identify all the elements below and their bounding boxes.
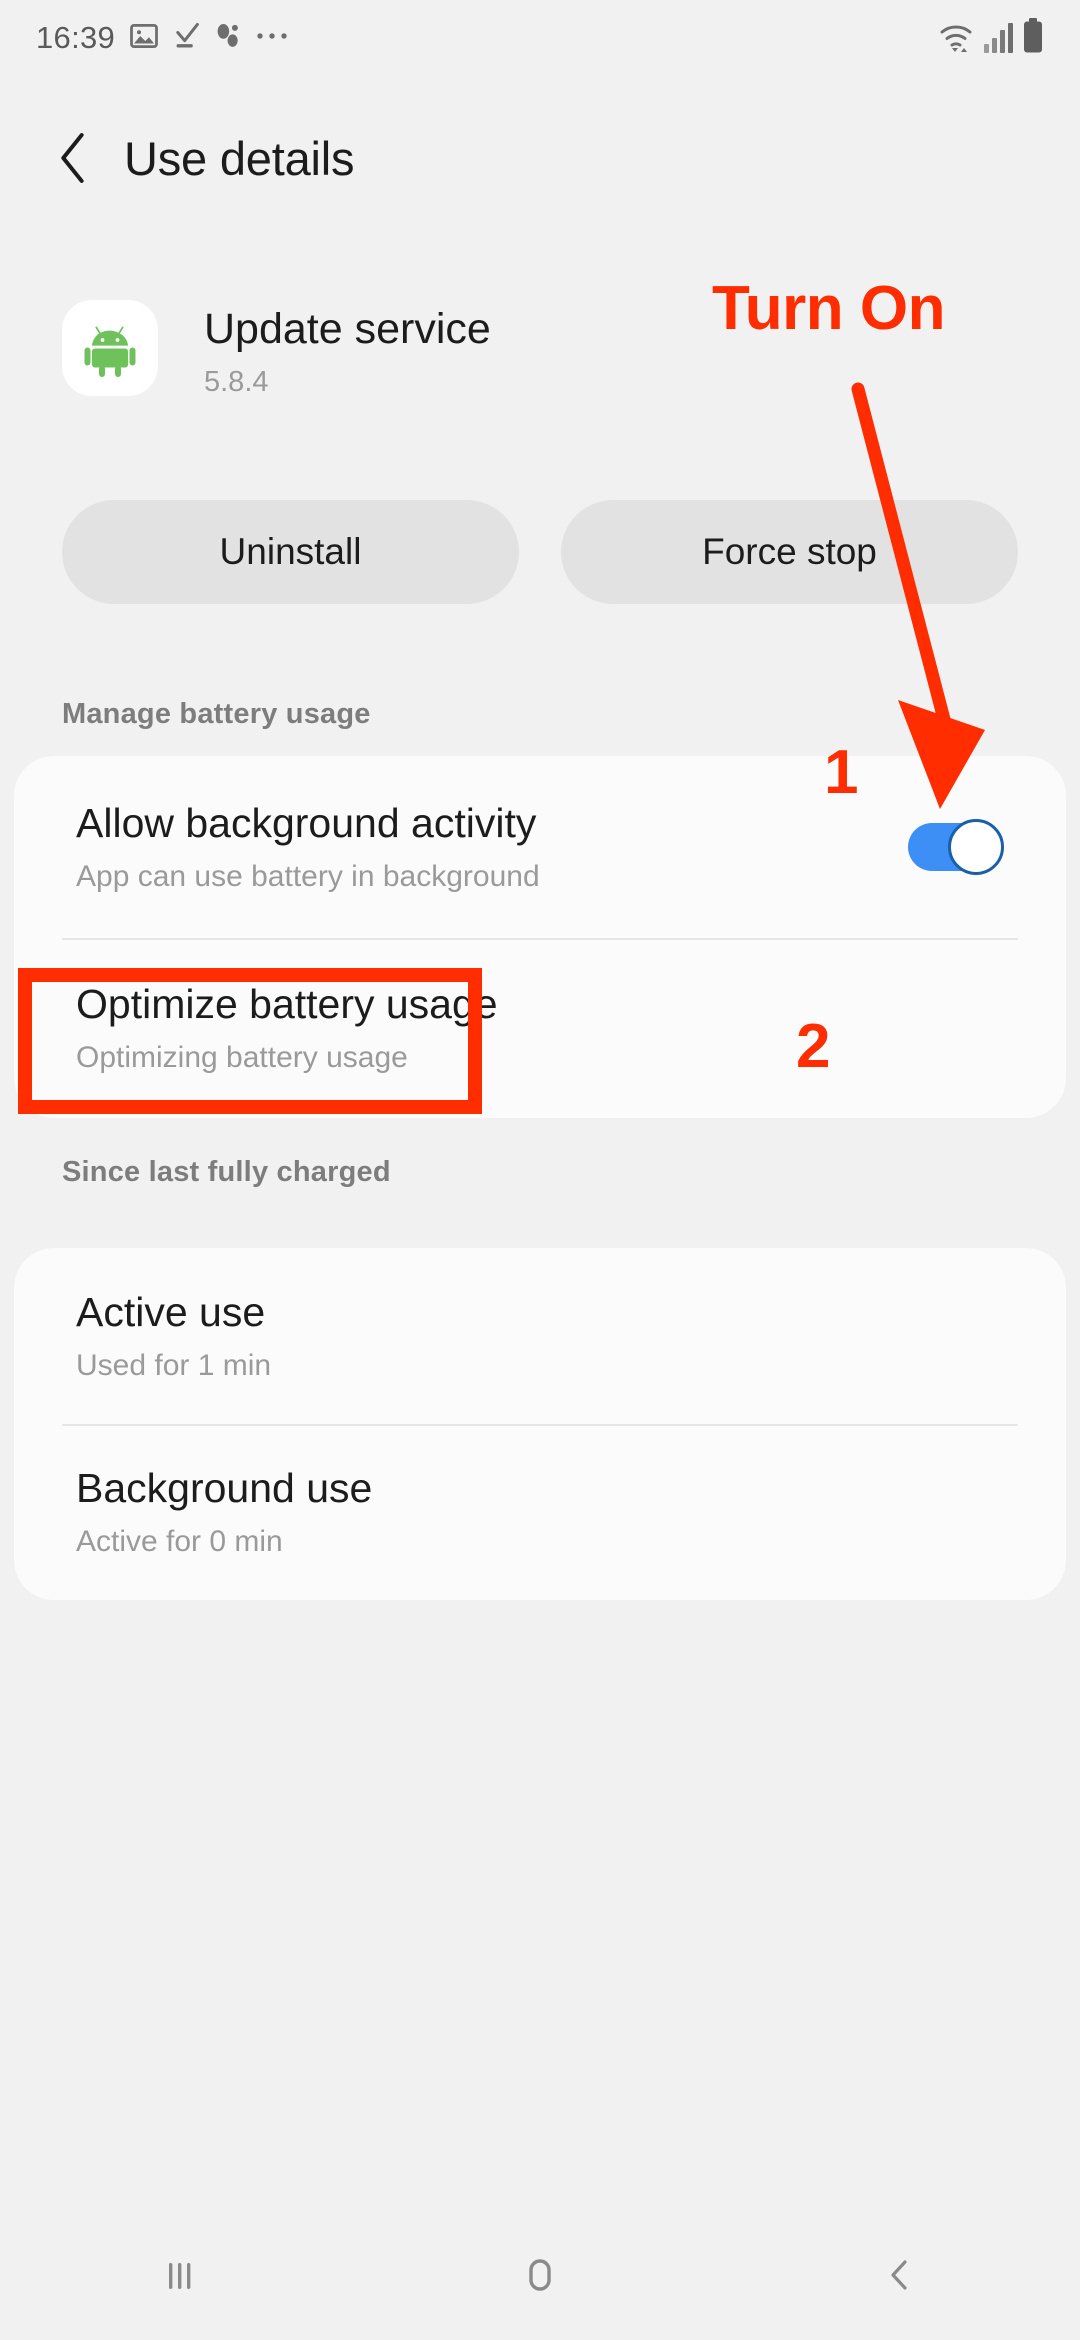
image-icon [129,21,159,56]
nav-home-button[interactable] [470,2210,610,2340]
row-title: Allow background activity [76,800,537,847]
app-meta: Update service 5.8.4 [204,300,491,399]
row-texts: Allow background activity App can use ba… [76,800,908,893]
row-active-use[interactable]: Active use Used for 1 min [14,1248,1066,1424]
section-header-manage-battery: Manage battery usage [62,698,371,730]
back-arrow-icon[interactable] [54,132,94,184]
row-title: Background use [76,1465,373,1512]
row-subtitle: Optimizing battery usage [76,1040,408,1074]
wifi-icon [938,20,976,59]
annotation-turn-on-label: Turn On [712,274,945,343]
app-version: 5.8.4 [204,365,269,398]
status-bar-right [938,17,1044,59]
annotation-step-2: 2 [796,1012,831,1081]
phone-screen: 16:39 Use details Update service 5.8.4 U… [0,0,1080,2340]
row-subtitle: Used for 1 min [76,1348,272,1382]
nav-back-button[interactable] [830,2210,970,2340]
force-stop-button[interactable]: Force stop [561,500,1018,604]
dual-dots-icon [215,21,241,56]
row-optimize-battery-usage[interactable]: Optimize battery usage Optimizing batter… [14,938,1066,1118]
nav-recents-button[interactable] [110,2210,250,2340]
download-complete-icon [173,21,201,56]
android-robot-icon [62,300,158,396]
row-texts: Active use Used for 1 min [76,1289,1004,1382]
more-icons-ellipsis [255,29,289,47]
row-subtitle: App can use battery in background [76,859,540,893]
toggle-knob [948,819,1004,875]
row-title: Active use [76,1289,266,1336]
row-allow-background-activity[interactable]: Allow background activity App can use ba… [14,756,1066,938]
battery-icon [1022,17,1044,59]
page-title: Use details [124,131,355,185]
row-subtitle: Active for 0 min [76,1524,283,1558]
status-bar: 16:39 [0,0,1080,76]
row-title: Optimize battery usage [76,981,498,1028]
section-header-since-last-charged: Since last fully charged [62,1156,391,1188]
app-name: Update service [204,305,491,353]
allow-background-activity-toggle[interactable] [908,819,1004,875]
row-background-use[interactable]: Background use Active for 0 min [14,1424,1066,1600]
manage-battery-card: Allow background activity App can use ba… [14,756,1066,1118]
app-action-buttons: Uninstall Force stop [62,500,1018,604]
app-bar: Use details [0,110,1080,206]
signal-bars-icon [983,20,1015,59]
annotation-step-1: 1 [824,738,859,807]
row-texts: Background use Active for 0 min [76,1465,1004,1558]
system-nav-bar [0,2210,1080,2340]
status-bar-clock: 16:39 [36,20,116,55]
uninstall-button[interactable]: Uninstall [62,500,519,604]
row-texts: Optimize battery usage Optimizing batter… [76,981,1004,1074]
status-bar-left: 16:39 [36,20,289,56]
since-last-charged-card: Active use Used for 1 min Background use… [14,1248,1066,1600]
